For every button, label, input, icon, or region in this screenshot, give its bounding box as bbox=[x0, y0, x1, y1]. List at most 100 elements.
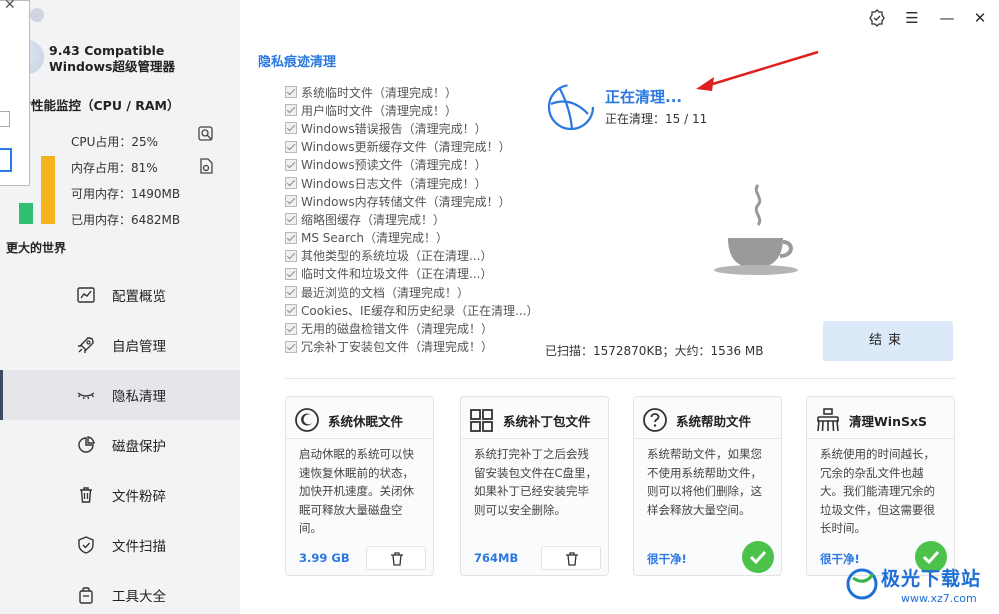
item-checkbox[interactable] bbox=[285, 122, 297, 135]
item-checkbox[interactable] bbox=[285, 231, 297, 244]
background-window-field bbox=[0, 111, 10, 127]
minimize-icon[interactable]: — bbox=[937, 8, 957, 28]
app-title-line2: Windows超级管理器 bbox=[49, 59, 175, 74]
item-label: 用户临时文件（清理完成！） bbox=[301, 103, 458, 118]
card-separator bbox=[634, 438, 781, 439]
trash-icon bbox=[566, 552, 578, 566]
card-description: 系统帮助文件，如果您不使用系统帮助文件，则可以将他们删除，这样会释放大量空间。 bbox=[647, 447, 762, 517]
broom-icon bbox=[817, 408, 839, 432]
close-icon[interactable]: ✕ bbox=[4, 0, 16, 13]
card-separator bbox=[461, 438, 608, 439]
item-label: Windows内存转储文件（清理完成！） bbox=[301, 194, 511, 209]
card-header: 系统补丁包文件 bbox=[469, 407, 591, 433]
bag-icon bbox=[79, 587, 93, 604]
item-checkbox[interactable] bbox=[285, 195, 297, 208]
card-title: 系统休眠文件 bbox=[328, 413, 404, 429]
item-checkbox[interactable] bbox=[285, 322, 297, 335]
sidebar-item-label: 磁盘保护 bbox=[112, 439, 166, 455]
card-header: z 系统休眠文件 bbox=[294, 407, 403, 433]
scan-info: 已扫描：1572870KB；大约：1536 MB bbox=[545, 344, 764, 358]
sidebar: 9.43 Compatible Windows超级管理器 实时性能监控（CPU … bbox=[0, 0, 240, 614]
slogan: 更大的世界 bbox=[6, 241, 67, 255]
logo-dot bbox=[30, 8, 44, 22]
card-title: 系统补丁包文件 bbox=[503, 413, 591, 429]
sidebar-item-startup[interactable]: 自启管理 bbox=[0, 320, 240, 370]
mem-bar-fill bbox=[41, 155, 55, 224]
card-separator bbox=[807, 438, 954, 439]
item-label: 冗余补丁安装包文件（清理完成！） bbox=[301, 340, 494, 355]
memory-report-icon[interactable] bbox=[197, 157, 215, 175]
clean-list-item: 缩略图缓存（清理完成！） bbox=[285, 210, 539, 228]
item-checkbox[interactable] bbox=[285, 104, 297, 117]
card-winsxs: 清理WinSxS 系统使用的时间越长，冗余的杂乱文件也越大。我们能清理冗余的垃圾… bbox=[806, 396, 955, 576]
item-checkbox[interactable] bbox=[285, 158, 297, 171]
cleaning-status-title: 正在清理... bbox=[605, 88, 683, 106]
item-checkbox[interactable] bbox=[285, 177, 297, 190]
divider bbox=[285, 378, 955, 379]
delete-button[interactable] bbox=[366, 546, 426, 570]
item-checkbox[interactable] bbox=[285, 340, 297, 353]
card-separator bbox=[286, 438, 433, 439]
card-patch-files: 系统补丁包文件 系统打完补丁之后会残留安装包文件在C盘里，如果补丁已经安装完毕则… bbox=[460, 396, 609, 576]
item-checkbox[interactable] bbox=[285, 140, 297, 153]
item-label: 其他类型的系统垃圾（正在清理...） bbox=[301, 249, 493, 264]
trash-icon bbox=[391, 552, 403, 566]
item-label: 最近浏览的文档（清理完成！） bbox=[301, 285, 470, 300]
svg-text:z: z bbox=[304, 416, 307, 423]
sidebar-item-scan[interactable]: 文件扫描 bbox=[0, 520, 240, 570]
item-checkbox[interactable] bbox=[285, 86, 297, 99]
clean-list-item: Windows更新缓存文件（清理完成！） bbox=[285, 138, 539, 156]
item-label: Windows更新缓存文件（清理完成！） bbox=[301, 140, 511, 155]
cleaning-progress-text: 正在清理：15 / 11 bbox=[605, 112, 708, 126]
clean-item-list: 系统临时文件（清理完成！） 用户临时文件（清理完成！） Windows错误报告（清理… bbox=[285, 83, 539, 356]
item-checkbox[interactable] bbox=[285, 304, 297, 317]
close-icon[interactable]: ✕ bbox=[970, 8, 990, 28]
item-label: Cookies、IE缓存和历史纪录（正在清理...） bbox=[301, 303, 539, 318]
item-checkbox[interactable] bbox=[285, 267, 297, 280]
sidebar-item-label: 隐私清理 bbox=[112, 389, 166, 405]
question-icon bbox=[643, 408, 667, 432]
sidebar-item-overview[interactable]: 配置概览 bbox=[0, 270, 240, 320]
sidebar-item-label: 配置概览 bbox=[112, 289, 166, 305]
item-label: Windows日志文件（清理完成！） bbox=[301, 176, 487, 191]
check-icon bbox=[742, 541, 774, 573]
available-memory-text: 可用内存：1490MB bbox=[71, 187, 181, 201]
card-hibernation: z 系统休眠文件 启动休眠的系统可以快速恢复休眠前的状态，加快开机速度。关闭休眠… bbox=[285, 396, 434, 576]
sidebar-item-label: 文件扫描 bbox=[112, 539, 166, 555]
cpu-bar-fill bbox=[19, 203, 33, 224]
item-label: 临时文件和垃圾文件（正在清理...） bbox=[301, 267, 493, 282]
item-checkbox[interactable] bbox=[285, 286, 297, 299]
item-label: 系统临时文件（清理完成！） bbox=[301, 85, 458, 100]
cpu-usage-text: CPU占用：25% bbox=[71, 135, 159, 149]
sidebar-item-disk[interactable]: 磁盘保护 bbox=[0, 420, 240, 470]
card-description: 启动休眠的系统可以快速恢复休眠前的状态，加快开机速度。关闭休眠可释放大量磁盘空间… bbox=[299, 447, 414, 535]
background-window: ✕ bbox=[0, 0, 30, 186]
card-header: 系统帮助文件 bbox=[642, 407, 751, 433]
mem-bar bbox=[41, 140, 55, 224]
clean-list-item: Windows内存转储文件（清理完成！） bbox=[285, 192, 539, 210]
app-title: 9.43 Compatible Windows超级管理器 bbox=[49, 43, 239, 75]
windows-grid-icon bbox=[470, 409, 493, 432]
sleep-icon: z bbox=[295, 408, 319, 432]
sidebar-item-shredder[interactable]: 文件粉碎 bbox=[0, 470, 240, 520]
monitor-icon[interactable] bbox=[197, 125, 215, 143]
end-button[interactable]: 结束 bbox=[823, 321, 953, 361]
feedback-badge-icon[interactable] bbox=[867, 8, 887, 28]
item-checkbox[interactable] bbox=[285, 249, 297, 262]
clean-list-item: Windows预读文件（清理完成！） bbox=[285, 156, 539, 174]
sidebar-item-label: 工具大全 bbox=[112, 589, 166, 605]
sidebar-item-privacy[interactable]: 隐私清理 bbox=[0, 370, 240, 420]
pie-icon bbox=[78, 436, 95, 453]
card-header: 清理WinSxS bbox=[815, 407, 927, 433]
card-help-files: 系统帮助文件 系统帮助文件，如果您不使用系统帮助文件，则可以将他们删除，这样会释… bbox=[633, 396, 782, 576]
delete-button[interactable] bbox=[541, 546, 601, 570]
clean-list-item: Windows错误报告（清理完成！） bbox=[285, 119, 539, 137]
clean-list-item: MS Search（清理完成！） bbox=[285, 229, 539, 247]
background-window-button[interactable] bbox=[0, 148, 12, 172]
item-checkbox[interactable] bbox=[285, 213, 297, 226]
watermark-url: www.xz7.com bbox=[901, 592, 977, 605]
sidebar-item-tools[interactable]: 工具大全 bbox=[0, 570, 240, 614]
menu-icon[interactable]: ☰ bbox=[902, 8, 922, 28]
sidebar-item-label: 文件粉碎 bbox=[112, 489, 166, 505]
chart-icon bbox=[77, 287, 95, 303]
